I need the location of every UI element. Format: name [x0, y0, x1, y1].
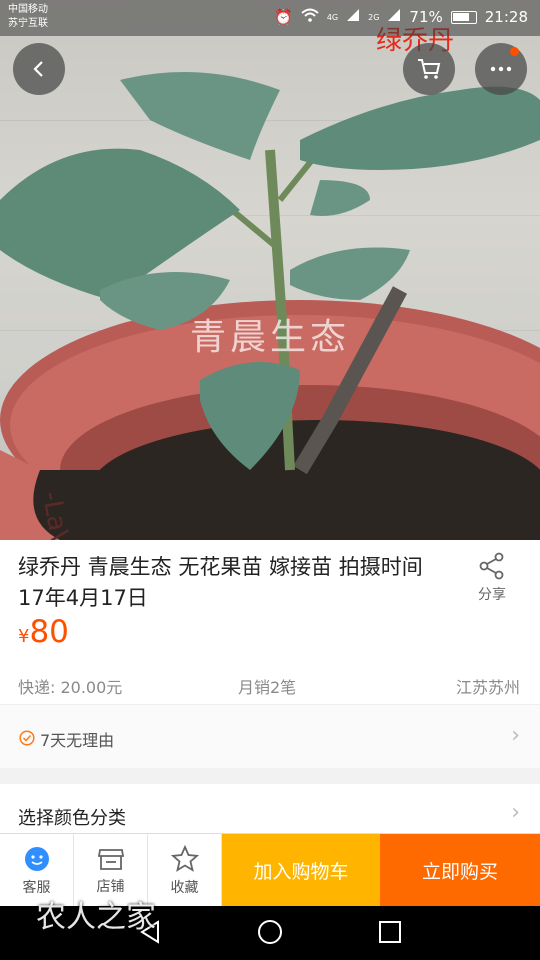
fig-plant-illustration: -LaV	[0, 72, 540, 540]
favorite-tab[interactable]: 收藏	[148, 834, 222, 907]
sku-label: 选择颜色分类	[18, 808, 126, 829]
buy-now-button[interactable]: 立即购买	[380, 834, 540, 907]
share-button[interactable]: 分享	[470, 552, 514, 604]
price-value: 80	[29, 614, 69, 650]
favorite-label: 收藏	[170, 879, 199, 896]
product-info: 绿乔丹 青晨生态 无花果苗 嫁接苗 拍摄时间17年4月17日 分享 ¥80 快递…	[0, 540, 540, 704]
product-title: 绿乔丹 青晨生态 无花果苗 嫁接苗 拍摄时间17年4月17日	[18, 555, 423, 610]
nav-recents-icon[interactable]	[376, 918, 404, 946]
alarm-icon: ⏰	[274, 8, 293, 26]
shipping-fee: 快递: 20.00元	[18, 678, 123, 697]
clock: 21:28	[484, 8, 528, 26]
chevron-right-icon: ›	[511, 723, 520, 748]
price: ¥80	[18, 614, 69, 650]
carrier-info: 中国移动 苏宁互联	[8, 3, 48, 31]
product-detail-screen: -LaV 绿乔丹 青晨生态 中国移动 苏宁互联 ⏰ 4G 2G 71% 21:2…	[0, 0, 540, 960]
wifi-icon	[301, 8, 319, 26]
status-bar: 中国移动 苏宁互联 ⏰ 4G 2G 71% 21:28	[0, 0, 540, 36]
carrier-line-1: 中国移动	[8, 4, 48, 15]
carrier-line-2: 苏宁互联	[8, 18, 48, 29]
shopping-cart-icon	[418, 59, 441, 79]
battery-icon	[450, 10, 477, 24]
photo-watermark: 青晨生态	[190, 317, 351, 358]
chevron-left-icon	[33, 61, 43, 77]
product-image[interactable]: -LaV 绿乔丹 青晨生态	[0, 0, 540, 540]
monthly-sales: 月销2笔	[238, 678, 297, 697]
notification-dot	[510, 47, 519, 56]
share-icon	[479, 552, 504, 580]
chevron-right-icon: ›	[511, 800, 520, 825]
currency-symbol: ¥	[18, 626, 30, 647]
guarantee-row[interactable]: 7天无理由 ›	[0, 704, 540, 768]
cart-button[interactable]	[403, 43, 455, 95]
back-button[interactable]	[13, 43, 65, 95]
more-dots-icon	[490, 66, 512, 72]
star-icon	[170, 844, 199, 872]
battery-percent: 71%	[409, 8, 443, 26]
guarantee-label: 7天无理由	[40, 731, 115, 750]
nav-home-icon[interactable]	[256, 918, 284, 946]
share-label: 分享	[478, 587, 506, 603]
network-type-label: 4G	[326, 12, 339, 22]
check-circle-icon	[19, 730, 35, 746]
more-button[interactable]	[475, 43, 527, 95]
signal-icon	[346, 8, 360, 26]
network-type-label-2: 2G	[368, 12, 380, 22]
site-watermark-logo: 农人之家	[36, 900, 156, 935]
status-right: ⏰ 4G 2G 71% 21:28	[274, 8, 528, 26]
customer-service-icon	[24, 846, 49, 871]
add-to-cart-button[interactable]: 加入购物车	[222, 834, 380, 907]
signal-icon-2	[387, 8, 401, 26]
store-icon	[97, 848, 124, 870]
ship-from-location: 江苏苏州	[455, 678, 520, 697]
